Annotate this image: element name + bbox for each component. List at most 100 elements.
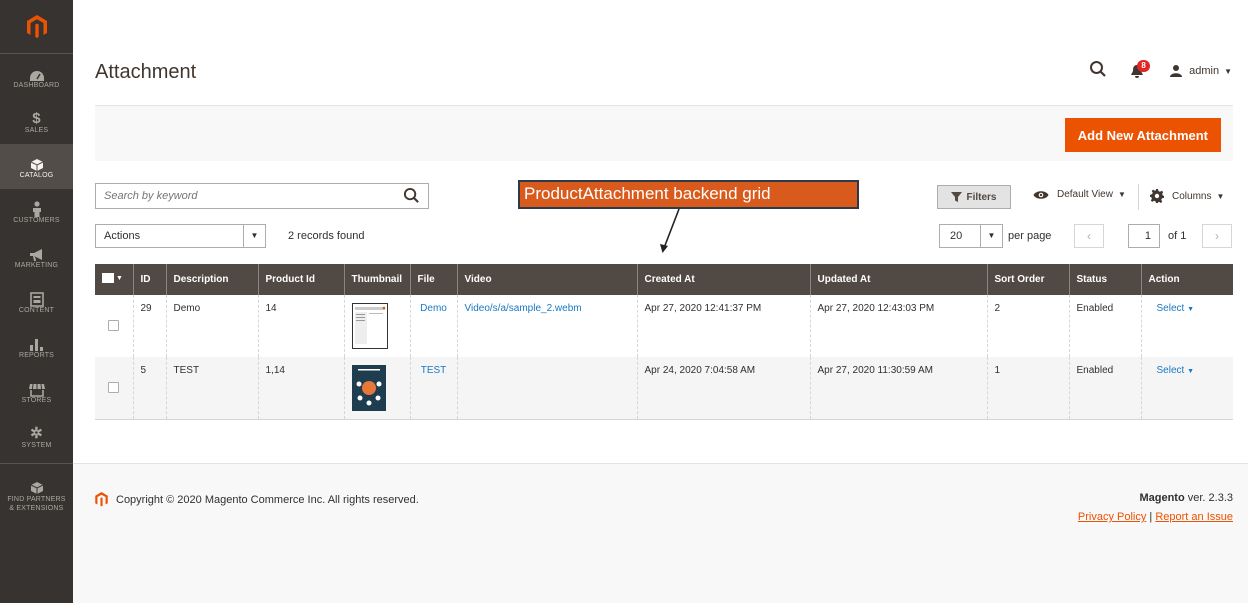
user-icon <box>1170 65 1183 77</box>
updated-at-cell: Apr 27, 2020 12:43:03 PM <box>809 295 987 357</box>
mass-actions-dropdown[interactable]: Actions ▼ <box>95 224 266 248</box>
page-total: of 1 <box>1168 230 1187 242</box>
action-cell: Select ▼ <box>1140 357 1233 419</box>
video-cell: Video/s/a/sample_2.webm <box>456 295 637 357</box>
sidebar-item-sales[interactable]: $ SALES <box>0 99 73 144</box>
action-cell: Select ▼ <box>1140 295 1233 357</box>
search-input[interactable] <box>104 190 384 202</box>
sidebar-item-system[interactable]: ✲ SYSTEM <box>0 414 73 459</box>
row-action-label: Select <box>1156 365 1185 376</box>
page-number-input[interactable]: 1 <box>1128 224 1160 248</box>
product-id-cell: 1,14 <box>257 357 344 419</box>
sidebar-item-catalog[interactable]: CATALOG <box>0 144 73 189</box>
column-header[interactable]: Product Id <box>257 264 344 295</box>
view-label: Default View <box>1057 189 1113 200</box>
column-header[interactable]: Sort Order <box>986 264 1069 295</box>
previous-page-button[interactable]: ‹ <box>1074 224 1104 248</box>
row-action-label: Select <box>1156 303 1185 314</box>
row-checkbox[interactable] <box>108 382 119 393</box>
file-link[interactable]: TEST <box>421 365 447 376</box>
file-link[interactable]: Demo <box>420 303 447 314</box>
sidebar-item-label: CONTENT <box>18 307 55 314</box>
report-issue-link[interactable]: Report an Issue <box>1155 511 1233 523</box>
description-cell: TEST <box>165 357 258 419</box>
sidebar-item-partners[interactable]: FIND PARTNERS & EXTENSIONS <box>0 463 73 521</box>
row-select-cell <box>95 295 133 357</box>
column-header[interactable]: Thumbnail <box>343 264 410 295</box>
column-header[interactable]: Description <box>165 264 258 295</box>
description-cell: Demo <box>165 295 258 357</box>
cube-icon <box>30 477 44 495</box>
sidebar-item-content[interactable]: CONTENT <box>0 279 73 324</box>
sort-order-cell: 2 <box>986 295 1069 357</box>
store-icon <box>28 379 46 397</box>
sidebar-item-label: FIND PARTNERS <box>7 495 66 503</box>
column-header[interactable]: File <box>409 264 457 295</box>
notifications-button[interactable]: 8 <box>1129 60 1151 82</box>
column-header[interactable]: Status <box>1068 264 1141 295</box>
view-selector[interactable]: Default View ▼ <box>1033 189 1126 200</box>
filters-button[interactable]: Filters <box>937 185 1011 209</box>
chevron-left-icon: ‹ <box>1087 229 1091 243</box>
grid-header-row: ▼ ID Description Product Id Thumbnail Fi… <box>95 264 1233 295</box>
created-at-cell: Apr 27, 2020 12:41:37 PM <box>636 295 810 357</box>
sidebar-item-label: STORES <box>21 397 52 404</box>
chevron-down-icon: ▼ <box>1216 191 1225 201</box>
admin-sidebar: DASHBOARD $ SALES CATALOG CUSTOMERS MARK… <box>0 0 73 603</box>
mass-select-header[interactable]: ▼ <box>95 264 133 295</box>
page-footer: Copyright © 2020 Magento Commerce Inc. A… <box>73 463 1248 603</box>
gear-icon <box>1150 189 1164 203</box>
megaphone-icon <box>29 244 45 262</box>
row-checkbox[interactable] <box>108 320 119 331</box>
thumbnail-cell <box>343 357 410 419</box>
chevron-down-icon: ▼ <box>116 274 123 282</box>
column-header[interactable]: Action <box>1140 264 1233 295</box>
column-header[interactable]: Video <box>456 264 637 295</box>
table-row: 29 Demo 14 Demo Video/s/a/sample_2.webm … <box>95 295 1233 357</box>
product-id-cell: 14 <box>257 295 344 357</box>
eye-icon <box>1033 190 1049 199</box>
header-actions: 8 admin ▼ <box>1089 60 1232 82</box>
per-page-select[interactable]: 20 ▼ <box>939 224 1003 248</box>
row-select-cell <box>95 357 133 419</box>
id-cell: 5 <box>132 357 166 419</box>
updated-at-cell: Apr 27, 2020 11:30:59 AM <box>809 357 987 419</box>
page-title: Attachment <box>95 61 197 83</box>
magento-logo[interactable] <box>0 0 73 54</box>
column-header[interactable]: Updated At <box>809 264 987 295</box>
legal-links: Privacy Policy | Report an Issue <box>1078 511 1233 523</box>
dashboard-icon <box>29 64 45 82</box>
search-icon[interactable] <box>1089 60 1111 82</box>
next-page-button[interactable]: › <box>1202 224 1232 248</box>
content-icon <box>29 289 44 307</box>
sidebar-item-marketing[interactable]: MARKETING <box>0 234 73 279</box>
bar-chart-icon <box>29 334 45 352</box>
columns-selector[interactable]: Columns ▼ <box>1150 189 1224 203</box>
sidebar-item-customers[interactable]: CUSTOMERS <box>0 189 73 234</box>
sidebar-item-dashboard[interactable]: DASHBOARD <box>0 54 73 99</box>
thumbnail-image <box>351 303 388 349</box>
brand-name: Magento <box>1139 492 1185 504</box>
person-icon <box>32 199 42 217</box>
filters-label: Filters <box>966 191 997 203</box>
video-link[interactable]: Video/s/a/sample_2.webm <box>465 303 582 314</box>
dollar-icon: $ <box>32 110 41 127</box>
columns-label: Columns <box>1172 190 1212 202</box>
admin-user-menu[interactable]: admin ▼ <box>1169 64 1232 78</box>
column-header[interactable]: ID <box>132 264 166 295</box>
sidebar-item-label: SYSTEM <box>21 442 52 449</box>
row-action-select[interactable]: Select ▼ <box>1157 303 1195 314</box>
chevron-down-icon: ▼ <box>1117 190 1126 199</box>
chevron-right-icon: › <box>1215 229 1219 243</box>
sidebar-item-stores[interactable]: STORES <box>0 369 73 414</box>
sidebar-item-reports[interactable]: REPORTS <box>0 324 73 369</box>
row-action-select[interactable]: Select ▼ <box>1157 365 1195 376</box>
page-actions-bar: Add New Attachment <box>95 105 1233 161</box>
sidebar-item-label: CUSTOMERS <box>13 217 60 224</box>
add-new-attachment-button[interactable]: Add New Attachment <box>1064 118 1221 152</box>
mass-select-checkbox[interactable]: ▼ <box>102 273 123 283</box>
annotation-callout: ProductAttachment backend grid <box>518 180 859 209</box>
search-icon[interactable] <box>403 187 420 207</box>
privacy-policy-link[interactable]: Privacy Policy <box>1078 511 1146 523</box>
column-header[interactable]: Created At <box>636 264 810 295</box>
